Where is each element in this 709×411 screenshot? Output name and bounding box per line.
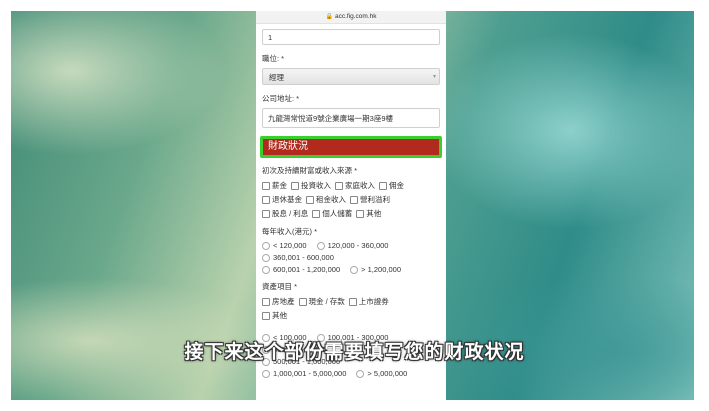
annual-income-group: < 120,000 120,000 - 360,000 360,001 - 600,… bbox=[262, 241, 440, 274]
checkbox-option[interactable]: 現金 / 存款 bbox=[298, 296, 345, 307]
option-label: 其他 bbox=[366, 209, 382, 218]
wealth-source-group: 薪金 投資收入 家庭收入 佣金退休基金 租金收入 營利溢利股息 / 利息 個人儲蓄 其他 bbox=[262, 180, 440, 219]
option-label: 其他 bbox=[272, 311, 287, 320]
checkbox-option[interactable]: 投資收入 bbox=[291, 180, 331, 191]
radio-option[interactable]: > 1,200,000 bbox=[350, 265, 401, 274]
radio-icon[interactable] bbox=[262, 265, 270, 274]
checkbox-icon[interactable] bbox=[350, 195, 358, 204]
option-row: 房地產 現金 / 存款 上市證券 bbox=[262, 296, 440, 307]
video-subtitle: 接下来这个部份需要填写您的财政状况 bbox=[184, 341, 525, 363]
option-label: > 5,000,000 bbox=[367, 369, 408, 378]
checkbox-option[interactable]: 家庭收入 bbox=[335, 180, 375, 191]
radio-option[interactable]: 120,000 - 360,000 bbox=[316, 241, 389, 250]
option-label: 上市證券 bbox=[358, 297, 389, 306]
position-select[interactable]: 經理 ▾ bbox=[262, 68, 440, 85]
checkbox-option[interactable]: 上市證券 bbox=[348, 296, 389, 307]
option-row: 其他 bbox=[262, 310, 440, 321]
option-label: 現金 / 存款 bbox=[308, 297, 345, 306]
option-row: 1,000,001 - 5,000,000 > 5,000,000 bbox=[262, 369, 440, 378]
position-label: 職位: * bbox=[262, 54, 285, 63]
checkbox-icon[interactable] bbox=[348, 297, 357, 306]
radio-option[interactable]: 360,001 - 600,000 bbox=[262, 253, 334, 262]
url-text: acc.fig.com.hk bbox=[334, 13, 377, 20]
checkbox-option[interactable]: 個人儲蓄 bbox=[312, 208, 352, 219]
option-label: > 1,200,000 bbox=[361, 265, 401, 274]
radio-option[interactable]: 1,000,001 - 5,000,000 bbox=[262, 369, 346, 378]
option-label: 薪金 bbox=[272, 181, 287, 190]
address-input[interactable]: 九龍灣常悅道9號企業廣場一期3座9樓 bbox=[262, 108, 440, 128]
option-label: 個人儲蓄 bbox=[322, 209, 353, 218]
option-label: 家庭收入 bbox=[345, 181, 375, 190]
option-label: 120,000 - 360,000 bbox=[327, 241, 389, 250]
option-row: 薪金 投資收入 家庭收入 佣金 bbox=[262, 180, 440, 191]
option-label: 1,000,001 - 5,000,000 bbox=[273, 369, 347, 378]
radio-option[interactable]: > 5,000,000 bbox=[356, 369, 407, 378]
chevron-down-icon: ▾ bbox=[432, 74, 436, 80]
checkbox-option[interactable]: 營利溢利 bbox=[350, 194, 390, 205]
radio-icon[interactable] bbox=[316, 241, 325, 250]
radio-option[interactable]: 600,001 - 1,200,000 bbox=[262, 265, 340, 274]
checkbox-option[interactable]: 佣金 bbox=[379, 180, 404, 191]
radio-icon[interactable] bbox=[262, 241, 270, 250]
hidden-label-spacer bbox=[262, 324, 440, 333]
radio-option[interactable]: < 120,000 bbox=[262, 241, 307, 250]
top-input[interactable]: 1 bbox=[262, 29, 440, 45]
section-title: 財政狀況 bbox=[263, 139, 439, 155]
checkbox-icon[interactable] bbox=[306, 195, 314, 204]
checkbox-option[interactable]: 退休基金 bbox=[262, 194, 302, 205]
option-row: < 120,000 120,000 - 360,000 bbox=[262, 241, 440, 250]
option-label: 投資收入 bbox=[301, 181, 331, 190]
checkbox-icon[interactable] bbox=[262, 311, 270, 320]
checkbox-icon[interactable] bbox=[262, 181, 270, 190]
option-label: 股息 / 利息 bbox=[272, 209, 309, 218]
radio-icon[interactable] bbox=[356, 369, 365, 378]
checkbox-icon[interactable] bbox=[298, 297, 307, 306]
checkbox-option[interactable]: 房地產 bbox=[262, 296, 295, 307]
wealth-source-label: 初次及持續財富或收入來源 * bbox=[262, 166, 358, 175]
checkbox-icon[interactable] bbox=[262, 195, 270, 204]
radio-icon[interactable] bbox=[262, 253, 270, 262]
option-label: 360,001 - 600,000 bbox=[273, 253, 334, 262]
checkbox-option[interactable]: 股息 / 利息 bbox=[262, 208, 308, 219]
checkbox-icon[interactable] bbox=[356, 209, 365, 218]
checkbox-option[interactable]: 租金收入 bbox=[306, 194, 346, 205]
checkbox-option[interactable]: 薪金 bbox=[262, 180, 287, 191]
option-row: 600,001 - 1,200,000 > 1,200,000 bbox=[262, 265, 440, 274]
option-label: 退休基金 bbox=[272, 195, 302, 204]
option-label: 營利溢利 bbox=[360, 195, 390, 204]
position-value: 經理 bbox=[269, 73, 284, 82]
assets-label: 資產項目 * bbox=[262, 282, 298, 291]
checkbox-icon[interactable] bbox=[262, 209, 270, 218]
checkbox-option[interactable]: 其他 bbox=[356, 208, 381, 219]
checkbox-icon[interactable] bbox=[312, 209, 321, 218]
checkbox-icon[interactable] bbox=[335, 181, 343, 190]
option-label: 租金收入 bbox=[316, 195, 346, 204]
option-label: < 120,000 bbox=[273, 241, 307, 250]
checkbox-icon[interactable] bbox=[291, 181, 299, 190]
option-label: 佣金 bbox=[389, 181, 404, 190]
option-row: 360,001 - 600,000 bbox=[262, 253, 440, 262]
option-row: 股息 / 利息 個人儲蓄 其他 bbox=[262, 208, 440, 219]
option-label: 600,001 - 1,200,000 bbox=[273, 265, 341, 274]
radio-icon[interactable] bbox=[350, 265, 359, 274]
checkbox-icon[interactable] bbox=[262, 297, 270, 306]
address-label: 公司地址: * bbox=[262, 94, 300, 103]
finance-section-header: 財政狀況 bbox=[260, 136, 442, 158]
option-label: 房地產 bbox=[272, 297, 295, 306]
checkbox-option[interactable]: 其他 bbox=[262, 310, 287, 321]
assets-group: 房地產 現金 / 存款 上市證券其他 bbox=[262, 296, 440, 321]
annual-income-label: 每年收入(港元) * bbox=[262, 227, 317, 236]
option-row: 退休基金 租金收入 營利溢利 bbox=[262, 194, 440, 205]
lock-icon: 🔒 bbox=[325, 14, 333, 20]
checkbox-icon[interactable] bbox=[379, 181, 387, 190]
form-content: 1 職位: * 經理 ▾ 公司地址: * 九龍灣常悅道9號企業廣場一期3座9樓 … bbox=[260, 23, 442, 381]
radio-icon[interactable] bbox=[262, 369, 270, 378]
